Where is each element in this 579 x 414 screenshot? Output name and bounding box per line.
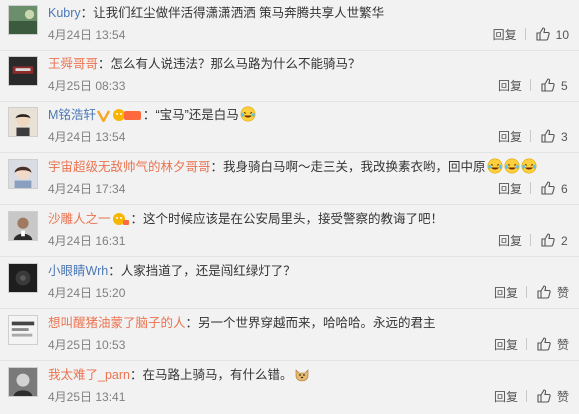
divider (530, 79, 531, 91)
like-button[interactable]: 赞 (537, 285, 569, 300)
comment-text: 另一个世界穿越而来，哈哈哈。永远的君主 (198, 316, 436, 330)
username-link[interactable]: Kubry (48, 6, 81, 20)
reply-button[interactable]: 回复 (498, 129, 522, 145)
username-link[interactable]: 沙雕人之一 (48, 212, 111, 226)
like-count: 3 (561, 130, 568, 144)
thumbs-up-icon (537, 285, 551, 299)
comment-text: 我身骑白马啊～走三关，我改换素衣哟，回中原 (223, 160, 486, 174)
username-link[interactable]: 小眼睛Wrh (48, 264, 108, 278)
avatar[interactable] (8, 367, 38, 397)
laugh-cry-emoji (521, 158, 537, 174)
colon: ： (142, 108, 156, 122)
divider (524, 28, 526, 40)
comment-text: 这个时候应该是在公安局里头，接受警察的教诲了吧！ (143, 212, 444, 226)
comment-item: M铭浩轩 ：“宝马”还是白马 4月24日 13:54 回复 3 (0, 102, 579, 153)
comment-item: 王舜哥哥：怎么有人说违法？那么马路为什么不能骑马？ 4月25日 08:33 回复… (0, 51, 579, 102)
like-count: 10 (555, 28, 569, 42)
thumbs-up-icon (541, 233, 555, 247)
reply-button[interactable]: 回复 (493, 27, 517, 43)
comment-time: 4月25日 10:53 (48, 338, 126, 352)
like-button[interactable]: 10 (536, 27, 569, 42)
colon: ： (98, 57, 111, 71)
verified-v-icon (96, 110, 110, 122)
avatar[interactable] (8, 159, 38, 189)
like-count: 赞 (556, 286, 569, 300)
comment-time: 4月24日 15:20 (48, 286, 126, 300)
comment-item: 小眼睛Wrh：人家挡道了，还是闯红绿灯了？ 4月24日 15:20 回复 赞 (0, 258, 579, 309)
comment-time: 4月24日 13:54 (48, 130, 126, 144)
colon: ： (210, 160, 224, 174)
reply-button[interactable]: 回复 (498, 181, 522, 197)
comment-text: “宝马”还是白马 (155, 108, 239, 122)
like-count: 6 (561, 182, 568, 196)
like-button[interactable]: 6 (541, 181, 569, 196)
laugh-cry-emoji (240, 106, 256, 122)
thumbs-up-icon (541, 129, 555, 143)
colon: ： (185, 316, 199, 330)
comment-time: 4月24日 16:31 (48, 234, 126, 248)
comment-item: 宇宙超级无敌帅气的林夕哥哥：我身骑白马啊～走三关，我改换素衣哟，回中原 4月24… (0, 154, 579, 205)
divider (525, 390, 527, 402)
username-link[interactable]: 想叫醒猪油蒙了脑子的人 (48, 316, 186, 330)
doge-emoji (295, 369, 308, 382)
comment-text: 让我们红尘做伴活得潇潇洒洒 策马奔腾共享人世繁华 (93, 6, 385, 20)
like-button[interactable]: 赞 (537, 389, 569, 404)
comment-item: Kubry：让我们红尘做伴活得潇潇洒洒 策马奔腾共享人世繁华 4月24日 13:… (0, 0, 579, 51)
username-link[interactable]: 宇宙超级无敌帅气的林夕哥哥 (48, 160, 211, 174)
comment-time: 4月24日 13:54 (48, 28, 126, 42)
comment-item: 我太难了_parn：在马路上骑马，有什么错。 4月25日 13:41 回复 赞 (0, 362, 579, 413)
comment-item: 想叫醒猪油蒙了脑子的人：另一个世界穿越而来，哈哈哈。永远的君主 4月25日 10… (0, 310, 579, 361)
thumbs-up-icon (537, 389, 551, 403)
avatar[interactable] (8, 107, 38, 137)
like-button[interactable]: 2 (541, 233, 569, 248)
like-count: 5 (561, 79, 568, 93)
avatar[interactable] (8, 211, 38, 241)
avatar[interactable] (8, 56, 38, 86)
reply-button[interactable]: 回复 (494, 389, 518, 405)
reply-button[interactable]: 回复 (494, 337, 518, 353)
colon: ： (130, 212, 144, 226)
colon: ： (108, 264, 121, 278)
comment-text: 在马路上骑马，有什么错。 (142, 368, 293, 382)
comment-text: 人家挡道了，还是闯红绿灯了？ (120, 264, 296, 278)
reply-button[interactable]: 回复 (494, 285, 518, 301)
like-count: 赞 (556, 338, 569, 352)
thumbs-up-icon (537, 337, 551, 351)
avatar[interactable] (8, 263, 38, 293)
comment-text: 怎么有人说违法？那么马路为什么不能骑马？ (110, 57, 361, 71)
divider (530, 182, 531, 194)
colon: ： (129, 368, 143, 382)
fan-badge-icon (112, 109, 141, 121)
like-button[interactable]: 赞 (537, 337, 569, 352)
thumbs-up-icon (541, 78, 555, 92)
divider (525, 286, 527, 298)
avatar[interactable] (8, 315, 38, 345)
username-link[interactable]: M铭浩轩 (48, 108, 96, 122)
avatar[interactable] (8, 5, 38, 35)
comment-time: 4月24日 17:34 (48, 182, 126, 196)
like-count: 2 (561, 234, 568, 248)
comment-time: 4月25日 08:33 (48, 79, 126, 93)
laugh-cry-emoji (504, 158, 520, 174)
divider (525, 338, 527, 350)
username-link[interactable]: 我太难了_parn (48, 368, 130, 382)
comment-item: 沙雕人之一 ：这个时候应该是在公安局里头，接受警察的教诲了吧！ 4月24日 16:… (0, 206, 579, 257)
comment-list: Kubry：让我们红尘做伴活得潇潇洒洒 策马奔腾共享人世繁华 4月24日 13:… (0, 0, 579, 414)
like-count: 赞 (556, 390, 569, 404)
like-button[interactable]: 5 (541, 78, 569, 93)
fan-badge-icon (112, 213, 129, 225)
thumbs-up-icon (541, 181, 555, 195)
comment-time: 4月25日 13:41 (48, 390, 126, 404)
username-link[interactable]: 王舜哥哥 (48, 57, 98, 71)
divider (530, 234, 531, 246)
reply-button[interactable]: 回复 (498, 233, 522, 249)
reply-button[interactable]: 回复 (498, 78, 522, 94)
laugh-cry-emoji (487, 158, 503, 174)
like-button[interactable]: 3 (541, 129, 569, 144)
divider (530, 130, 531, 142)
colon: ： (80, 6, 94, 20)
thumbs-up-icon (536, 27, 550, 41)
